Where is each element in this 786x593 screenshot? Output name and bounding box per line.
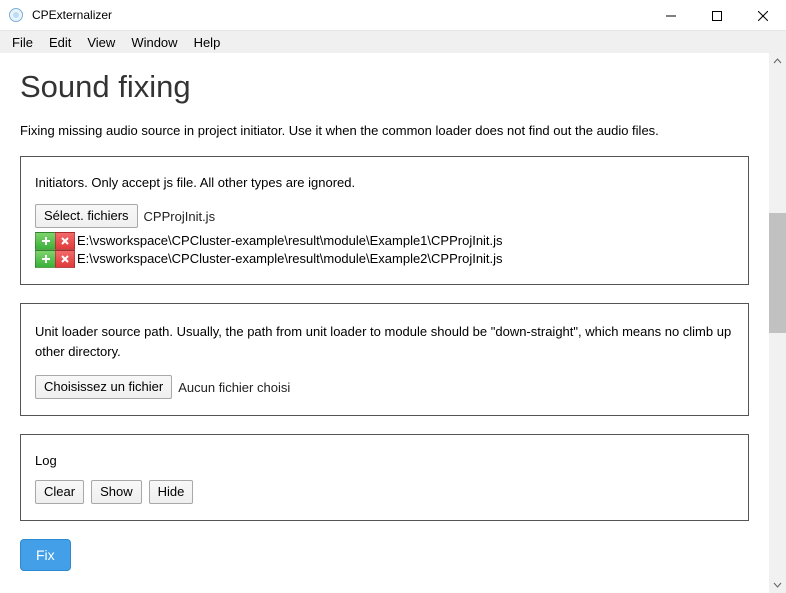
initiators-file-row: Sélect. fichiers CPProjInit.js [35, 204, 734, 228]
menu-edit[interactable]: Edit [41, 33, 79, 52]
initiators-choose-button[interactable]: Sélect. fichiers [35, 204, 138, 228]
log-label: Log [35, 453, 734, 468]
content: Sound fixing Fixing missing audio source… [0, 53, 769, 593]
unitloader-file-row: Choisissez un fichier Aucun fichier choi… [35, 375, 734, 399]
fix-button[interactable]: Fix [20, 539, 71, 571]
menu-file[interactable]: File [4, 33, 41, 52]
path-text: E:\vsworkspace\CPCluster-example\result\… [77, 250, 503, 268]
minimize-button[interactable] [648, 0, 694, 31]
window-controls [648, 0, 786, 30]
window-titlebar: CPExternalizer [0, 0, 786, 31]
vertical-scrollbar[interactable] [769, 53, 786, 593]
content-wrap: Sound fixing Fixing missing audio source… [0, 53, 786, 593]
path-row: E:\vsworkspace\CPCluster-example\result\… [35, 232, 734, 250]
log-hide-button[interactable]: Hide [149, 480, 194, 504]
menu-view[interactable]: View [79, 33, 123, 52]
initiators-label: Initiators. Only accept js file. All oth… [35, 175, 734, 190]
unitloader-panel: Unit loader source path. Usually, the pa… [20, 303, 749, 416]
scroll-thumb[interactable] [769, 213, 786, 333]
menu-window[interactable]: Window [123, 33, 185, 52]
initiators-panel: Initiators. Only accept js file. All oth… [20, 156, 749, 285]
menu-help[interactable]: Help [186, 33, 229, 52]
remove-path-button[interactable] [55, 232, 75, 250]
log-panel: Log Clear Show Hide [20, 434, 749, 521]
path-text: E:\vsworkspace\CPCluster-example\result\… [77, 232, 503, 250]
unitloader-label: Unit loader source path. Usually, the pa… [35, 322, 734, 361]
menubar: File Edit View Window Help [0, 31, 786, 53]
close-button[interactable] [740, 0, 786, 31]
add-path-button[interactable] [35, 232, 55, 250]
initiators-path-list: E:\vsworkspace\CPCluster-example\result\… [35, 232, 734, 268]
path-row: E:\vsworkspace\CPCluster-example\result\… [35, 250, 734, 268]
scroll-up-icon[interactable] [769, 53, 786, 70]
scroll-down-icon[interactable] [769, 576, 786, 593]
log-show-button[interactable]: Show [91, 480, 142, 504]
unitloader-choose-button[interactable]: Choisissez un fichier [35, 375, 172, 399]
unitloader-chosen-file: Aucun fichier choisi [178, 380, 290, 395]
add-path-button[interactable] [35, 250, 55, 268]
page-subtitle: Fixing missing audio source in project i… [20, 123, 749, 138]
window-title: CPExternalizer [32, 8, 648, 22]
app-icon [8, 7, 24, 23]
remove-path-button[interactable] [55, 250, 75, 268]
maximize-button[interactable] [694, 0, 740, 31]
initiators-chosen-file: CPProjInit.js [144, 209, 216, 224]
page-title: Sound fixing [20, 69, 749, 105]
log-clear-button[interactable]: Clear [35, 480, 84, 504]
